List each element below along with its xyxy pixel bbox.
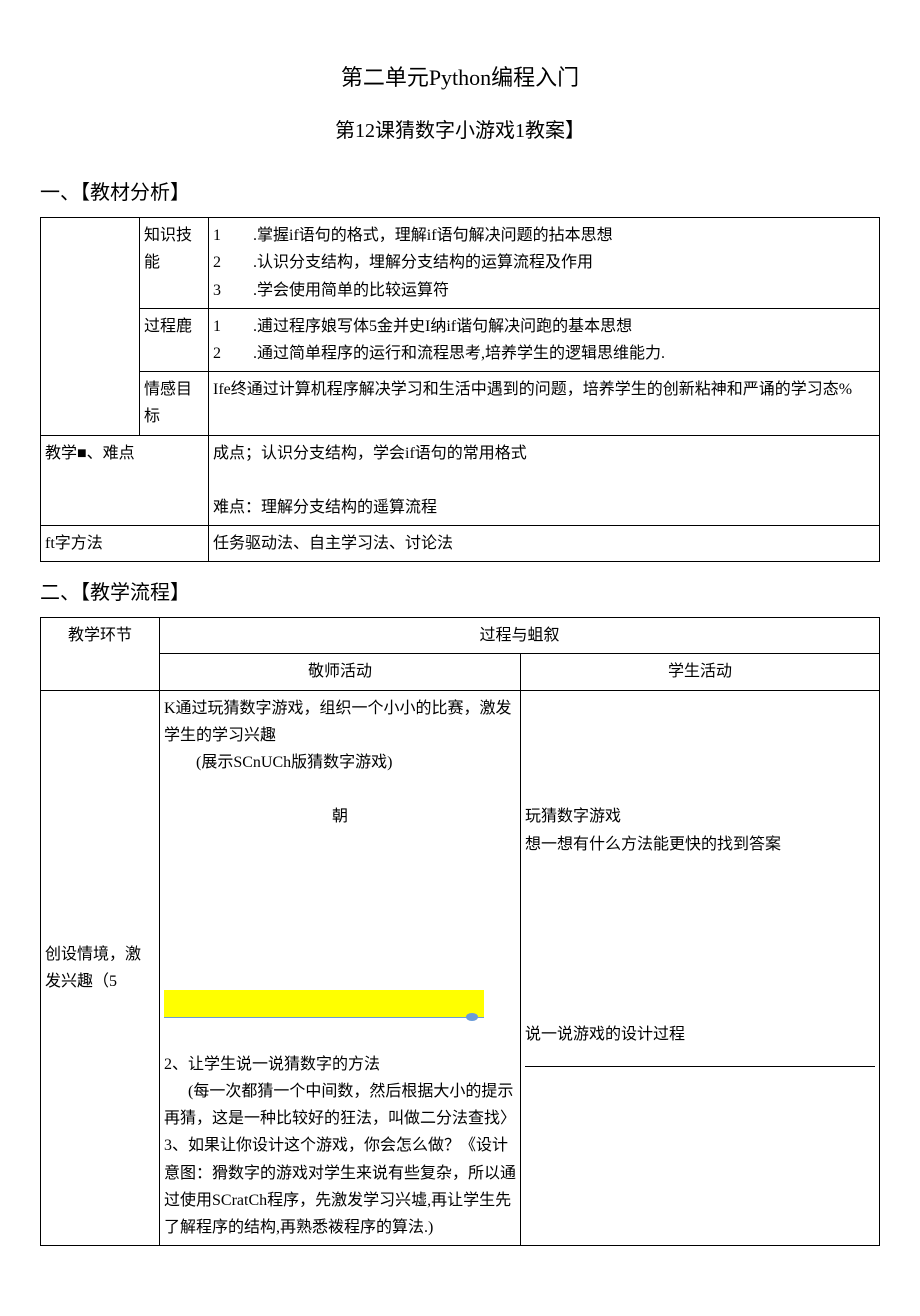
teacher-text-2: 2、让学生说一说猜数字的方法 (164, 1056, 380, 1073)
keypoints-content: 成点；认识分支结构，学会if语句的常用格式 难点：理解分支结构的遥算流程 (209, 435, 880, 526)
emotion-content: Ife终通过计算机程序解决学习和生活中遇到的问题，培养学生的创新粘神和严诵的学习… (209, 372, 880, 435)
student-text-2: 说一说游戏的设计过程 (525, 1026, 685, 1043)
difficulty-text: 难点：理解分支结构的遥算流程 (213, 499, 437, 516)
section-2-heading: 二、【教学流程】 (40, 577, 880, 609)
list-num: 1 (213, 318, 221, 335)
objectives-label-cell (41, 218, 140, 435)
methods-label: ft字方法 (41, 526, 209, 562)
flow-header-process: 过程与蛆叙 (160, 618, 880, 654)
emotion-label: 情感目标 (140, 372, 209, 435)
student-text-1a: 玩猜数字游戏 (525, 808, 621, 825)
list-num: 2 (213, 345, 221, 362)
list-num: 1 (213, 227, 221, 244)
lesson-subtitle: 第12课猜数字小游戏1教案】 (40, 115, 880, 147)
flow-table: 教学环节 过程与蛆叙 敬师活动 学生活动 创设情境，激发兴趣（5 K通过玩猜数字… (40, 617, 880, 1246)
stage-1-label: 创设情境，激发兴趣（5 (41, 690, 160, 1245)
flow-header-student: 学生活动 (521, 654, 880, 690)
scratch-screenshot-placeholder (164, 837, 484, 1018)
process-content: 1 .逋过程序娘写体5金并史I纳if谐句解决问跑的基本思想 2 .通过简单程序的… (209, 308, 880, 371)
list-text: .掌握if语句的格式，理解if语句解决问题的拈本思想 (253, 227, 613, 244)
knowledge-skill-content: 1 .掌握if语句的格式，理解if语句解决问题的拈本思想 2 .认识分支结构，埋… (209, 218, 880, 309)
flow-header-stage: 教学环节 (41, 618, 160, 690)
stage-1-student: 玩猜数字游戏 想一想有什么方法能更快的找到答案 说一说游戏的设计过程 (521, 690, 880, 1245)
teacher-center-word: 朝 (164, 803, 516, 830)
teacher-text-1b: (展示SCnUCh版猜数字游戏) (164, 749, 516, 776)
underline-blank (525, 1048, 875, 1067)
list-text: .认识分支结构，埋解分支结构的运算流程及作用 (253, 254, 593, 271)
unit-title: 第二单元Python编程入门 (40, 60, 880, 95)
flow-header-teacher: 敬师活动 (160, 654, 521, 690)
list-text: .逋过程序娘写体5金并史I纳if谐句解决问跑的基本思想 (253, 318, 632, 335)
analysis-table: 知识技能 1 .掌握if语句的格式，理解if语句解决问题的拈本思想 2 .认识分… (40, 217, 880, 562)
list-num: 3 (213, 282, 221, 299)
teacher-text-3: 3、如果让你设计这个游戏，你会怎么做？《设计意图：猾数字的游戏对学生来说有些复杂… (164, 1137, 516, 1236)
list-num: 2 (213, 254, 221, 271)
stage-1-teacher: K通过玩猜数字游戏，组织一个小小的比赛，激发学生的学习兴趣 (展示SCnUCh版… (160, 690, 521, 1245)
keypoint-text: 成点；认识分支结构，学会if语句的常用格式 (213, 445, 527, 462)
teacher-text-1: K通过玩猜数字游戏，组织一个小小的比赛，激发学生的学习兴趣 (164, 700, 512, 744)
teacher-text-2b: (每一次都猜一个中间数，然后根据大小的提示再猜，这是一种比较好的狂法，叫做二分法… (164, 1078, 516, 1132)
section-1-heading: 一、【教材分析】 (40, 177, 880, 209)
methods-content: 任务驱动法、自主学习法、讨论法 (209, 526, 880, 562)
process-label: 过程鹿 (140, 308, 209, 371)
knowledge-skill-label: 知识技能 (140, 218, 209, 309)
list-text: .学会使用简单的比较运算符 (253, 282, 449, 299)
student-text-1b: 想一想有什么方法能更快的找到答案 (525, 836, 781, 853)
list-text: .通过简单程序的运行和流程思考,培养学生的逻辑思维能力. (253, 345, 665, 362)
keypoints-label: 教学■、难点 (41, 435, 209, 526)
